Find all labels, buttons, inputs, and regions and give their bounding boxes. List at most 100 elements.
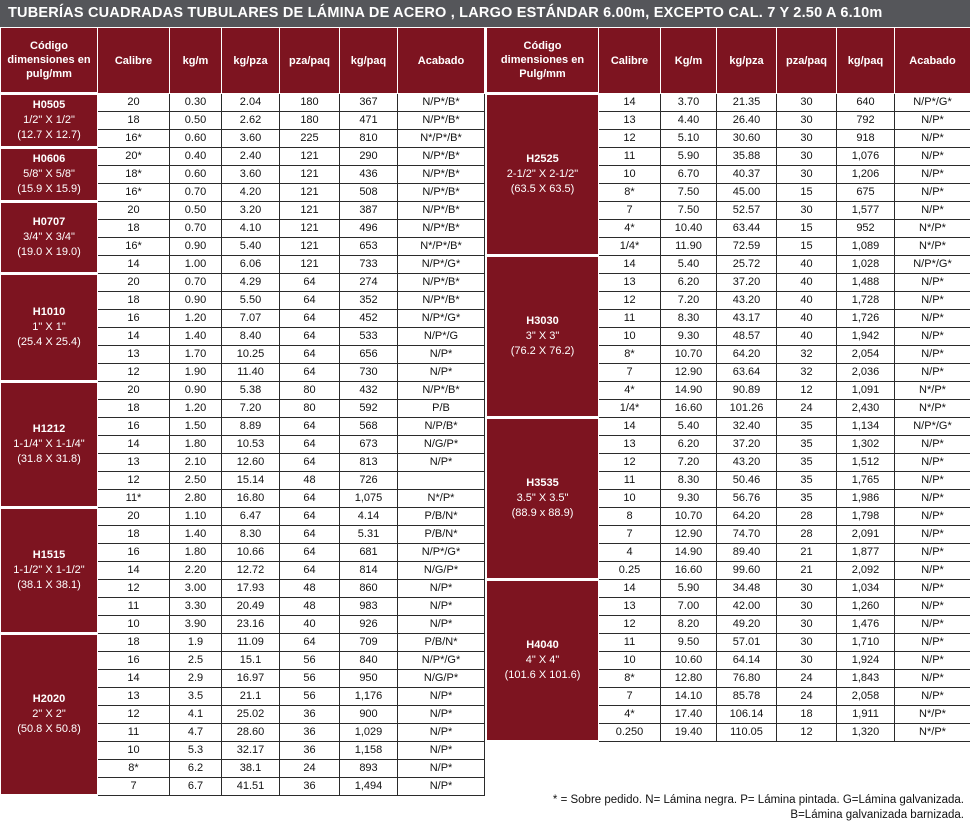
kg-m-cell: 1.40 — [169, 525, 222, 544]
product-code: H3030 — [526, 315, 559, 327]
kg-m-cell: 12.80 — [660, 669, 717, 688]
kg-pza-cell: 7.20 — [221, 399, 280, 418]
pza-paq-cell: 30 — [776, 651, 837, 670]
kg-m-cell: 3.00 — [169, 579, 222, 598]
calibre-cell: 18 — [97, 111, 170, 130]
calibre-cell: 7 — [598, 525, 661, 544]
pza-paq-cell: 180 — [279, 111, 340, 130]
acabado-cell: P/B/N* — [397, 507, 485, 526]
kg-m-cell: 6.7 — [169, 777, 222, 796]
kg-pza-cell: 34.48 — [716, 579, 777, 598]
kg-m-cell: 16.60 — [660, 399, 717, 418]
kg-paq-cell: 274 — [339, 273, 398, 292]
kg-m-cell: 0.60 — [169, 129, 222, 148]
kg-m-cell: 2.9 — [169, 669, 222, 688]
acabado-cell: N/P* — [894, 273, 970, 292]
calibre-cell: 12 — [598, 291, 661, 310]
kg-pza-cell: 37.20 — [716, 273, 777, 292]
kg-pza-cell: 30.60 — [716, 129, 777, 148]
kg-paq-cell: 1,577 — [836, 201, 895, 220]
kg-m-cell: 0.70 — [169, 273, 222, 292]
kg-pza-cell: 15.14 — [221, 471, 280, 490]
product-size-inch: 1" X 1" — [32, 321, 66, 333]
table-row: H3535 3.5" X 3.5" (88.9 x 88.9) 14 5.40 32.40… — [486, 416, 970, 581]
acabado-cell: N/P* — [397, 741, 485, 760]
kg-m-cell: 5.10 — [660, 129, 717, 148]
calibre-cell: 14 — [97, 561, 170, 580]
kg-m-cell: 1.00 — [169, 255, 222, 274]
left-header-row: Código dimensiones en pulg/mm Calibre kg/m… — [0, 27, 485, 94]
kg-m-cell: 3.70 — [660, 93, 717, 112]
kg-pza-cell: 3.60 — [221, 165, 280, 184]
product-code-cell: H1212 1-1/4" X 1-1/4" (31.8 X 31.8) — [0, 380, 98, 509]
acabado-cell: N/P*/B* — [397, 381, 485, 400]
kg-paq-cell: 367 — [339, 93, 398, 112]
kg-paq-cell: 2,054 — [836, 345, 895, 364]
kg-pza-cell: 5.40 — [221, 237, 280, 256]
acabado-cell: N/P*/G — [397, 327, 485, 346]
product-size-inch: 3" X 3" — [525, 330, 560, 342]
product-code-cell: H4040 4" X 4" (101.6 X 101.6) — [486, 578, 599, 743]
acabado-cell: N/P*/B* — [397, 147, 485, 166]
pza-paq-cell: 15 — [776, 183, 837, 202]
kg-paq-cell: 290 — [339, 147, 398, 166]
acabado-cell: N*/P* — [397, 489, 485, 508]
kg-pza-cell: 5.50 — [221, 291, 280, 310]
acabado-cell: N/P*/B* — [397, 93, 485, 112]
kg-paq-cell: 1,798 — [836, 507, 895, 526]
product-size-inch: 2-1/2" X 2-1/2" — [506, 168, 579, 180]
kg-pza-cell: 12.60 — [221, 453, 280, 472]
kg-m-cell: 5.40 — [660, 417, 717, 436]
kg-pza-cell: 90.89 — [716, 381, 777, 400]
kg-paq-cell: 1,877 — [836, 543, 895, 562]
calibre-cell: 11 — [598, 471, 661, 490]
calibre-cell: 8* — [598, 183, 661, 202]
calibre-cell: 20 — [97, 201, 170, 220]
calibre-cell: 1/4* — [598, 399, 661, 418]
acabado-cell: N/P*/G* — [397, 651, 485, 670]
pza-paq-cell: 24 — [776, 399, 837, 418]
calibre-cell: 10 — [598, 651, 661, 670]
kg-paq-cell: 1,134 — [836, 417, 895, 436]
pza-paq-cell: 30 — [776, 633, 837, 652]
calibre-cell: 11 — [598, 147, 661, 166]
product-code-cell: H1515 1-1/2" X 1-1/2" (38.1 X 38.1) — [0, 506, 98, 635]
kg-m-cell: 3.5 — [169, 687, 222, 706]
acabado-cell: N*/P* — [894, 219, 970, 238]
kg-paq-cell: 926 — [339, 615, 398, 634]
kg-m-cell: 1.90 — [169, 363, 222, 382]
product-size-mm: (38.1 X 38.1) — [17, 579, 81, 591]
calibre-cell: 14 — [598, 579, 661, 598]
kg-paq-cell: 813 — [339, 453, 398, 472]
pza-paq-cell: 30 — [776, 129, 837, 148]
calibre-cell: 14 — [97, 435, 170, 454]
kg-pza-cell: 48.57 — [716, 327, 777, 346]
product-size-inch: 1-1/2" X 1-1/2" — [13, 564, 85, 576]
acabado-cell: N/P* — [894, 363, 970, 382]
kg-pza-cell: 41.51 — [221, 777, 280, 796]
table-row: H4040 4" X 4" (101.6 X 101.6) 14 5.90 34.48 30… — [486, 578, 970, 743]
pza-paq-cell: 36 — [279, 777, 340, 796]
product-code: H0505 — [32, 99, 66, 111]
calibre-cell: 18 — [97, 633, 170, 652]
column-header: Calibre — [97, 27, 170, 94]
kg-m-cell: 0.90 — [169, 237, 222, 256]
product-size-mm: (76.2 X 76.2) — [510, 345, 575, 357]
kg-pza-cell: 56.76 — [716, 489, 777, 508]
acabado-cell: N/P* — [397, 579, 485, 598]
kg-m-cell: 14.90 — [660, 381, 717, 400]
pza-paq-cell: 30 — [776, 165, 837, 184]
table-row: H1212 1-1/4" X 1-1/4" (31.8 X 31.8) 20 0.90 5… — [0, 380, 485, 509]
kg-m-cell: 9.30 — [660, 327, 717, 346]
pza-paq-cell: 64 — [279, 435, 340, 454]
column-header: kg/paq — [836, 27, 895, 94]
pza-paq-cell: 12 — [776, 723, 837, 742]
calibre-cell: 14 — [97, 669, 170, 688]
column-header: kg/paq — [339, 27, 398, 94]
product-code: H3535 — [526, 477, 559, 489]
kg-paq-cell: 814 — [339, 561, 398, 580]
calibre-cell: 18 — [97, 525, 170, 544]
kg-paq-cell: 568 — [339, 417, 398, 436]
kg-paq-cell: 592 — [339, 399, 398, 418]
calibre-cell: 13 — [97, 345, 170, 364]
